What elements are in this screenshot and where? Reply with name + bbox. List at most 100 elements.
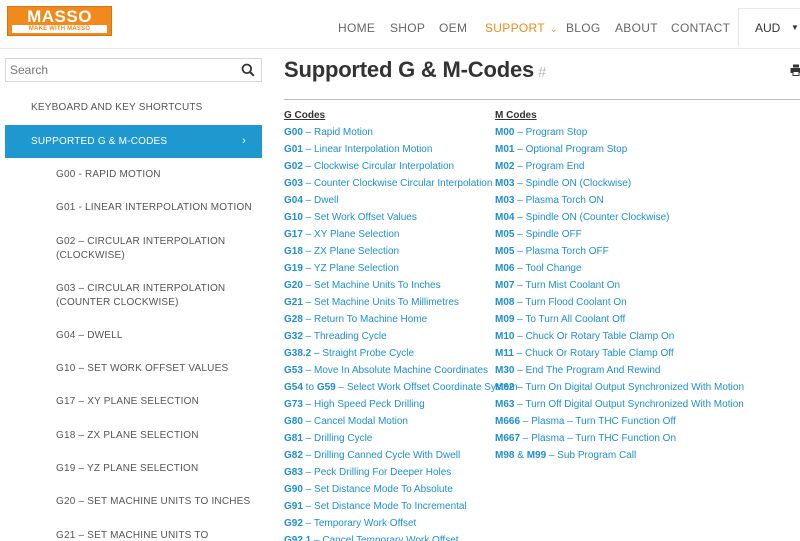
sidebar-item-g00[interactable]: G00 - RAPID MOTION (5, 168, 262, 182)
g-code-description: – Move In Absolute Machine Coordinates (302, 365, 489, 376)
g-code-code: G00 (284, 127, 303, 138)
g-code-description: – Cancel Temporary Work Offset (311, 535, 459, 541)
m-code-row-m08[interactable]: M08 – Turn Flood Coolant On (495, 297, 744, 314)
nav-support[interactable]: SUPPORT ⌄ (485, 21, 558, 36)
g-code-row-g54[interactable]: G54 to G59 – Select Work Offset Coordina… (284, 382, 518, 399)
sidebar-item-g21[interactable]: G21 – SET MACHINE UNITS TO (5, 529, 262, 541)
m-code-description: – To Turn All Coolant Off (514, 314, 626, 325)
sidebar-item-keyboard-shortcuts[interactable]: KEYBOARD AND KEY SHORTCUTS (5, 101, 262, 115)
g-code-row-g21[interactable]: G21 – Set Machine Units To Millimetres (284, 297, 518, 314)
nav-oem[interactable]: OEM (439, 21, 467, 35)
g-code-row-g20[interactable]: G20 – Set Machine Units To Inches (284, 280, 518, 297)
g-code-code: G19 (284, 263, 303, 274)
g-code-row-g80[interactable]: G80 – Cancel Modal Motion (284, 416, 518, 433)
sidebar-item-g01[interactable]: G01 - LINEAR INTERPOLATION MOTION (5, 201, 262, 215)
g-code-code: G59 (316, 382, 336, 393)
g-code-row-g01[interactable]: G01 – Linear Interpolation Motion (284, 144, 518, 161)
m-code-row-m00[interactable]: M00 – Program Stop (495, 127, 744, 144)
main-content: Supported G & M-Codes # G Codes G00 – Rap… (270, 49, 800, 541)
g-code-row-g90[interactable]: G90 – Set Distance Mode To Absolute (284, 484, 518, 501)
g-code-code: G92 (284, 518, 303, 529)
m-code-row-m667[interactable]: M667 – Plasma – Turn THC Function On (495, 433, 744, 450)
g-code-row-g92[interactable]: G92 – Temporary Work Offset (284, 518, 518, 535)
m-code-row-m10[interactable]: M10 – Chuck Or Rotary Table Clamp On (495, 331, 744, 348)
sidebar-item-g19[interactable]: G19 – YZ PLANE SELECTION (5, 462, 262, 476)
m-code-code: M01 (495, 144, 515, 155)
m-code-description: – Tool Change (514, 263, 582, 274)
m-code-description: – Program End (514, 161, 585, 172)
nav-about[interactable]: ABOUT (615, 21, 658, 35)
m-code-row-m05[interactable]: M05 – Spindle OFF (495, 229, 744, 246)
nav-home[interactable]: HOME (338, 21, 375, 35)
m-code-row-m63[interactable]: M63 – Turn Off Digital Output Synchroniz… (495, 399, 744, 416)
m-code-row-m98[interactable]: M98 & M99 – Sub Program Call (495, 450, 744, 467)
g-code-row-g92-1[interactable]: G92.1 – Cancel Temporary Work Offset (284, 535, 518, 541)
g-code-row-g28[interactable]: G28 – Return To Machine Home (284, 314, 518, 331)
g-code-row-g73[interactable]: G73 – High Speed Peck Drilling (284, 399, 518, 416)
g-code-code: G81 (284, 433, 303, 444)
m-code-row-m666[interactable]: M666 – Plasma – Turn THC Function Off (495, 416, 744, 433)
sidebar-item-g17[interactable]: G17 – XY PLANE SELECTION (5, 395, 262, 409)
m-code-row-m09[interactable]: M09 – To Turn All Coolant Off (495, 314, 744, 331)
g-code-row-g82[interactable]: G82 – Drilling Canned Cycle With Dwell (284, 450, 518, 467)
search-box (5, 58, 262, 82)
g-code-row-g32[interactable]: G32 – Threading Cycle (284, 331, 518, 348)
sidebar-item-g18[interactable]: G18 – ZX PLANE SELECTION (5, 429, 262, 443)
g-code-code: G21 (284, 297, 303, 308)
g-code-description: – Select Work Offset Coordinate System (335, 382, 518, 393)
g-code-row-g17[interactable]: G17 – XY Plane Selection (284, 229, 518, 246)
search-input[interactable] (6, 59, 234, 81)
m-code-row-m62[interactable]: M62 – Turn On Digital Output Synchronize… (495, 382, 744, 399)
sidebar-item-supported-codes[interactable]: SUPPORTED G & M-CODES › (5, 125, 262, 158)
m-code-row-m01[interactable]: M01 – Optional Program Stop (495, 144, 744, 161)
currency-value: AUD (755, 21, 781, 35)
g-code-row-g00[interactable]: G00 – Rapid Motion (284, 127, 518, 144)
g-code-code: G80 (284, 416, 303, 427)
g-code-row-g81[interactable]: G81 – Drilling Cycle (284, 433, 518, 450)
g-code-row-g18[interactable]: G18 – ZX Plane Selection (284, 246, 518, 263)
m-code-description: – Chuck Or Rotary Table Clamp On (514, 331, 675, 342)
m-code-code: M04 (495, 212, 515, 223)
m-code-row-m07[interactable]: M07 – Turn Mist Coolant On (495, 280, 744, 297)
m-code-row-m04[interactable]: M04 – Spindle ON (Counter Clockwise) (495, 212, 744, 229)
g-code-row-g83[interactable]: G83 – Peck Drilling For Deeper Holes (284, 467, 518, 484)
g-code-row-g04[interactable]: G04 – Dwell (284, 195, 518, 212)
sidebar-item-g20[interactable]: G20 – SET MACHINE UNITS TO INCHES (5, 495, 262, 509)
sidebar-item-g03[interactable]: G03 – CIRCULAR INTERPOLATION (COUNTER CL… (5, 282, 262, 310)
g-code-description: – Linear Interpolation Motion (302, 144, 433, 155)
m-code-row-m30[interactable]: M30 – End The Program And Rewind (495, 365, 744, 382)
g-code-row-g02[interactable]: G02 – Clockwise Circular Interpolation (284, 161, 518, 178)
currency-select[interactable]: AUD ▼ (738, 8, 800, 46)
logo-text: MASSO (27, 7, 92, 26)
m-code-row-m02[interactable]: M02 – Program End (495, 161, 744, 178)
page-title: Supported G & M-Codes # (284, 57, 546, 83)
anchor-link[interactable]: # (538, 64, 546, 81)
page-title-text: Supported G & M-Codes (284, 57, 535, 82)
g-code-row-g91[interactable]: G91 – Set Distance Mode To Incremental (284, 501, 518, 518)
g-code-row-g03[interactable]: G03 – Counter Clockwise Circular Interpo… (284, 178, 518, 195)
g-code-description: – Set Work Offset Values (302, 212, 417, 223)
m-code-row-m06[interactable]: M06 – Tool Change (495, 263, 744, 280)
g-code-row-g10[interactable]: G10 – Set Work Offset Values (284, 212, 518, 229)
g-code-code: G28 (284, 314, 303, 325)
m-code-row-m03[interactable]: M03 – Spindle ON (Clockwise) (495, 178, 744, 195)
m-code-description: – End The Program And Rewind (514, 365, 661, 376)
divider (284, 99, 800, 100)
g-code-row-g19[interactable]: G19 – YZ Plane Selection (284, 263, 518, 280)
masso-logo[interactable]: MASSO MAKE WITH MASSO (7, 6, 112, 36)
sidebar-item-g02[interactable]: G02 – CIRCULAR INTERPOLATION (CLOCKWISE) (5, 235, 262, 263)
m-code-description: – Plasma – Turn THC Function Off (520, 416, 676, 427)
print-icon[interactable] (790, 64, 800, 76)
nav-shop[interactable]: SHOP (390, 21, 425, 35)
sidebar-item-g04[interactable]: G04 – DWELL (5, 329, 262, 343)
nav-blog[interactable]: BLOG (566, 21, 601, 35)
m-code-code: M30 (495, 365, 515, 376)
sidebar-item-g10[interactable]: G10 – SET WORK OFFSET VALUES (5, 362, 262, 376)
search-icon[interactable] (241, 63, 255, 77)
m-code-row-m05[interactable]: M05 – Plasma Torch OFF (495, 246, 744, 263)
g-code-row-g38-2[interactable]: G38.2 – Straight Probe Cycle (284, 348, 518, 365)
m-code-row-m11[interactable]: M11 – Chuck Or Rotary Table Clamp Off (495, 348, 744, 365)
nav-contact[interactable]: CONTACT (671, 21, 730, 35)
m-code-row-m03[interactable]: M03 – Plasma Torch ON (495, 195, 744, 212)
g-code-row-g53[interactable]: G53 – Move In Absolute Machine Coordinat… (284, 365, 518, 382)
